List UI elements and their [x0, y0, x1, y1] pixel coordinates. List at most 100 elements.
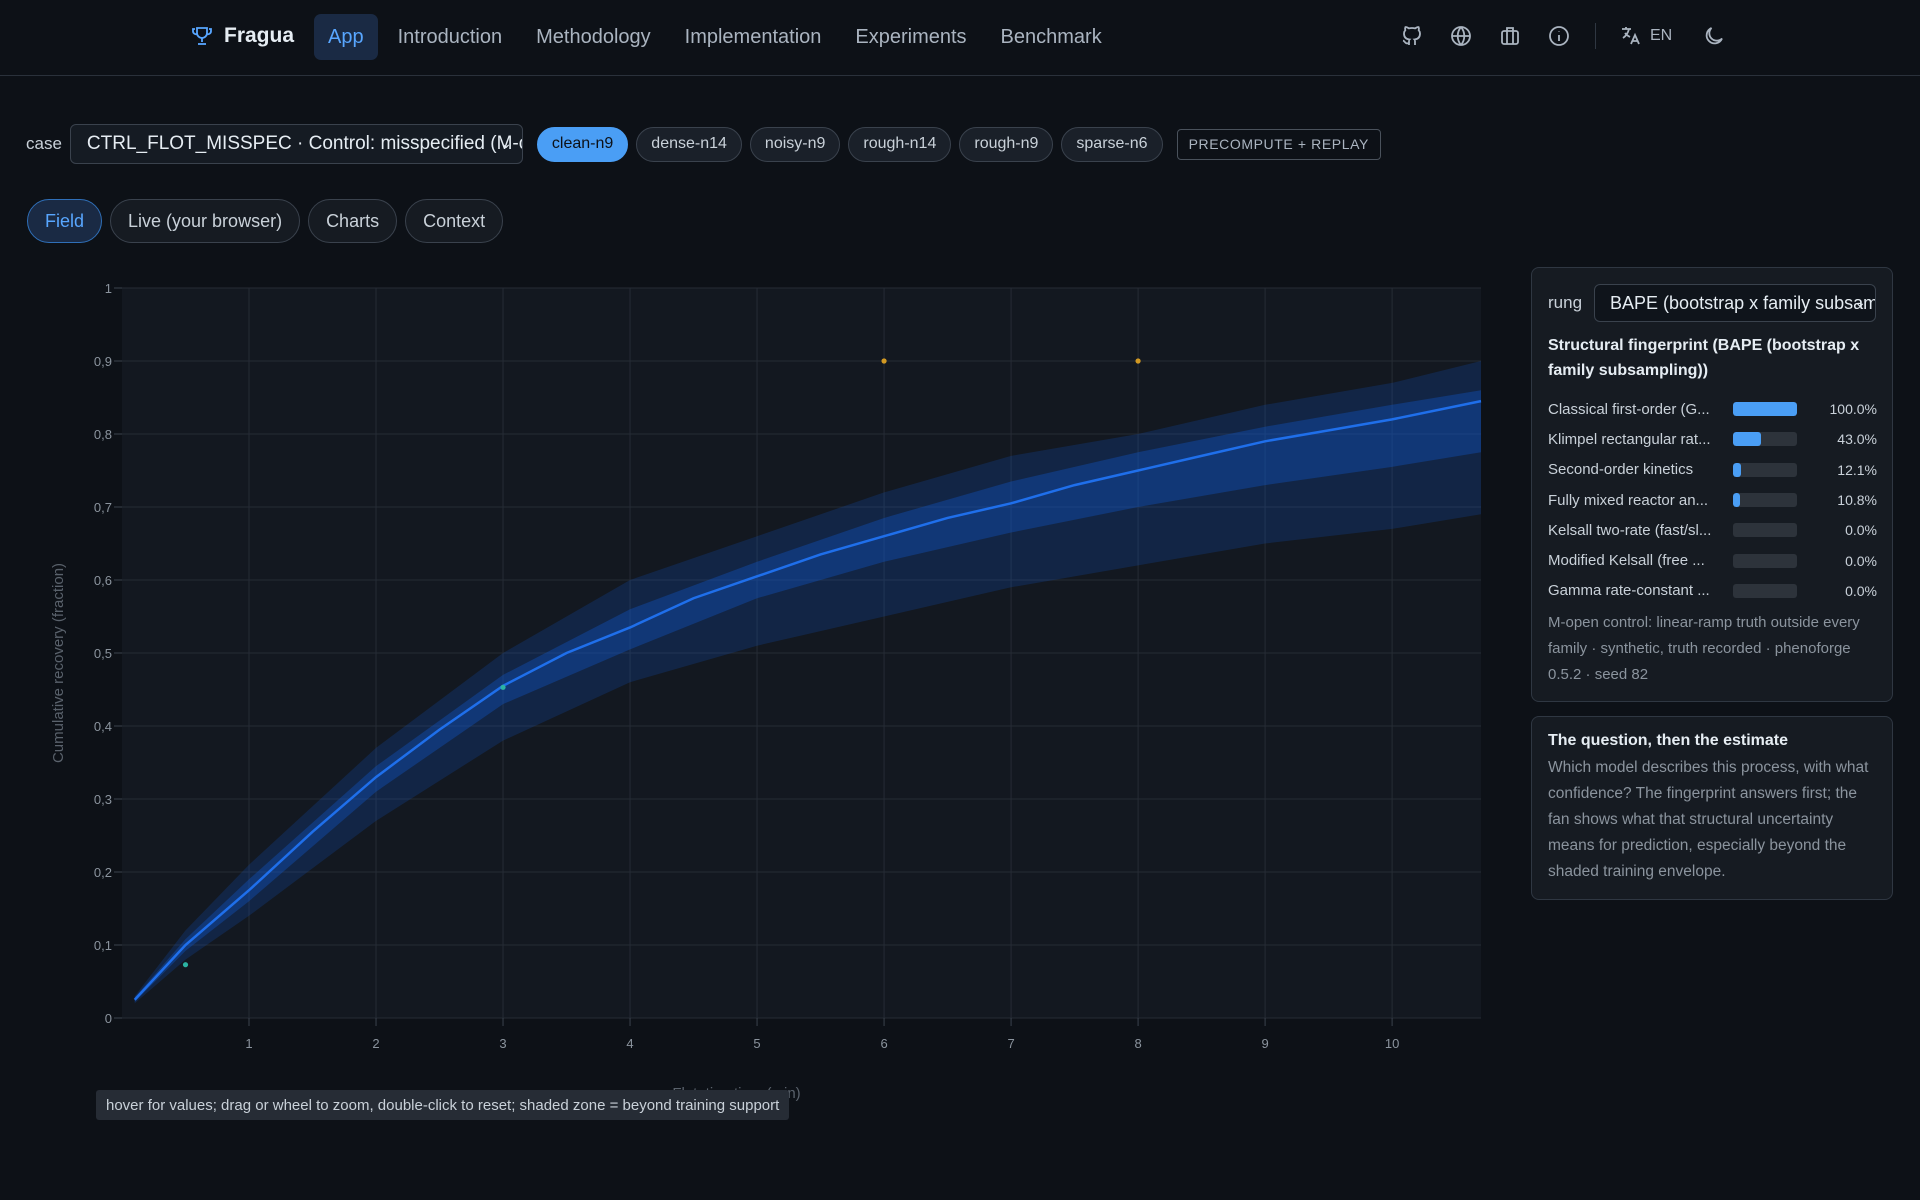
x-tick-label: 5	[753, 1036, 760, 1051]
x-tick-label: 9	[1261, 1036, 1268, 1051]
observed-point	[182, 962, 189, 968]
family-row: Second-order kinetics 12.1%	[1548, 455, 1878, 485]
nav-introduction[interactable]: Introduction	[384, 14, 517, 60]
view-tabs: Field Live (your browser) Charts Context	[27, 199, 504, 243]
translate-icon	[1622, 27, 1640, 45]
family-weight-pct: 10.8%	[1837, 492, 1877, 509]
tab-charts[interactable]: Charts	[308, 199, 398, 243]
observed-point	[1135, 358, 1141, 364]
family-weight-bar	[1733, 402, 1797, 417]
case-row: case CTRL_FLOT_MISSPEC · Control: misspe…	[26, 124, 1381, 164]
chip-rough-n9[interactable]: rough-n9	[959, 126, 1054, 162]
family-weight-fill	[1733, 432, 1761, 447]
nav-experiments[interactable]: Experiments	[841, 14, 980, 60]
case-label: case	[26, 134, 62, 153]
family-weight-bar	[1733, 553, 1797, 568]
family-weight-pct: 0.0%	[1845, 552, 1877, 569]
y-tick-label: 0	[105, 1011, 112, 1026]
family-name: Modified Kelsall (free ...	[1548, 552, 1705, 570]
nav-methodology[interactable]: Methodology	[522, 14, 665, 60]
family-row: Classical first-order (G... 100.0%	[1548, 394, 1878, 424]
question-body: Which model describes this process, with…	[1548, 759, 1869, 880]
recovery-chart-svg[interactable]: 0 0,1 0,2 0,3 0,4 0,5 0,6 0,7 0,8 0,9 1 1 2 3 4 5 6 7 8 9 10…	[0, 260, 1500, 1120]
y-tick-label: 0,4	[94, 719, 112, 734]
family-row: Klimpel rectangular rat... 43.0%	[1548, 424, 1878, 454]
tab-field[interactable]: Field	[27, 199, 103, 243]
rung-label: rung	[1548, 293, 1583, 312]
rung-select[interactable]: BAPE (bootstrap x family subsampling) ⌄	[1594, 284, 1877, 322]
family-weight-pct: 12.1%	[1837, 461, 1877, 478]
observed-point	[500, 684, 506, 690]
x-tick-label: 7	[1007, 1036, 1014, 1051]
nav-benchmark[interactable]: Benchmark	[987, 14, 1116, 60]
chart-hint: hover for values; drag or wheel to zoom,…	[96, 1090, 790, 1120]
x-tick-label: 6	[880, 1036, 887, 1051]
case-chips: clean-n9 dense-n14 noisy-n9 rough-n14 ro…	[536, 126, 1163, 162]
header-actions: EN	[1398, 22, 1749, 50]
case-select-value: CTRL_FLOT_MISSPEC · Control: misspecifie…	[86, 133, 523, 154]
x-tick-label: 2	[372, 1036, 379, 1051]
family-weight-bar	[1733, 583, 1797, 598]
language-switcher[interactable]: EN	[1618, 24, 1672, 48]
family-weight-bar	[1733, 462, 1797, 477]
chip-noisy-n9[interactable]: noisy-n9	[749, 126, 841, 162]
family-name: Gamma rate-constant ...	[1548, 582, 1710, 600]
x-tick-label: 8	[1134, 1036, 1141, 1051]
family-name: Second-order kinetics	[1548, 461, 1694, 479]
family-weight-fill	[1733, 402, 1797, 417]
brand-name: Fragua	[224, 24, 295, 47]
y-axis-label: Cumulative recovery (fraction)	[50, 563, 67, 763]
moon-icon[interactable]	[1700, 22, 1728, 50]
family-weight-pct: 0.0%	[1845, 582, 1877, 599]
info-icon[interactable]	[1545, 22, 1573, 50]
x-tick-label: 1	[245, 1036, 252, 1051]
question-title: The question, then the estimate	[1548, 732, 1789, 749]
question-panel: The question, then the estimate Which mo…	[1531, 716, 1893, 900]
family-name: Kelsall two-rate (fast/sl...	[1548, 521, 1712, 539]
y-tick-label: 1	[105, 281, 112, 296]
x-tick-label: 10	[1385, 1036, 1399, 1051]
chip-clean-n9[interactable]: clean-n9	[536, 126, 629, 162]
family-name: Fully mixed reactor an...	[1548, 491, 1709, 509]
rung-row: rung BAPE (bootstrap x family subsamplin…	[1548, 284, 1877, 322]
fingerprint-title: Structural fingerprint (BAPE (bootstrap …	[1548, 337, 1860, 379]
family-weight-bar	[1733, 432, 1797, 447]
y-tick-label: 0,6	[94, 573, 112, 588]
case-note: M-open control: linear-ramp truth outsid…	[1548, 614, 1860, 683]
header-separator	[1595, 23, 1596, 49]
y-tick-label: 0,5	[94, 646, 112, 661]
rung-select-value: BAPE (bootstrap x family subsampling)	[1610, 292, 1877, 313]
fingerprint-panel: rung BAPE (bootstrap x family subsamplin…	[1531, 267, 1893, 702]
chip-rough-n14[interactable]: rough-n14	[848, 126, 952, 162]
language-label: EN	[1650, 27, 1673, 44]
precompute-replay-button[interactable]: PRECOMPUTE + REPLAY	[1176, 128, 1381, 160]
chevron-down-icon: ⌄	[500, 135, 512, 151]
briefcase-icon[interactable]	[1496, 22, 1524, 50]
brand[interactable]: Fragua	[190, 24, 294, 48]
tab-context[interactable]: Context	[405, 199, 504, 243]
recovery-chart[interactable]: 0 0,1 0,2 0,3 0,4 0,5 0,6 0,7 0,8 0,9 1 1 2 3 4 5 6 7 8 9 10…	[0, 260, 1500, 1120]
nav-implementation[interactable]: Implementation	[671, 14, 836, 60]
tab-live[interactable]: Live (your browser)	[110, 199, 301, 243]
chip-dense-n14[interactable]: dense-n14	[636, 126, 742, 162]
x-tick-label: 3	[499, 1036, 506, 1051]
globe-icon[interactable]	[1447, 22, 1475, 50]
family-weight-bar	[1733, 523, 1797, 538]
github-icon[interactable]	[1398, 22, 1426, 50]
family-weight-fill	[1733, 462, 1741, 477]
family-weight-pct: 0.0%	[1845, 522, 1877, 539]
y-tick-label: 0,9	[94, 354, 112, 369]
family-list: Classical first-order (G... 100.0% Klimp…	[1548, 394, 1878, 606]
family-name: Klimpel rectangular rat...	[1548, 430, 1711, 448]
top-navbar: Fragua App Introduction Methodology Impl…	[0, 0, 1920, 76]
family-row: Kelsall two-rate (fast/sl... 0.0%	[1548, 515, 1878, 545]
family-row: Gamma rate-constant ... 0.0%	[1548, 576, 1878, 606]
family-weight-pct: 100.0%	[1829, 401, 1877, 418]
chip-sparse-n6[interactable]: sparse-n6	[1061, 126, 1163, 162]
observed-point	[881, 358, 887, 364]
case-select[interactable]: CTRL_FLOT_MISSPEC · Control: misspecifie…	[69, 124, 523, 164]
nav-app[interactable]: App	[314, 14, 378, 60]
family-row: Fully mixed reactor an... 10.8%	[1548, 485, 1878, 515]
chevron-down-icon: ⌄	[1854, 294, 1867, 310]
y-tick-label: 0,7	[94, 500, 112, 515]
